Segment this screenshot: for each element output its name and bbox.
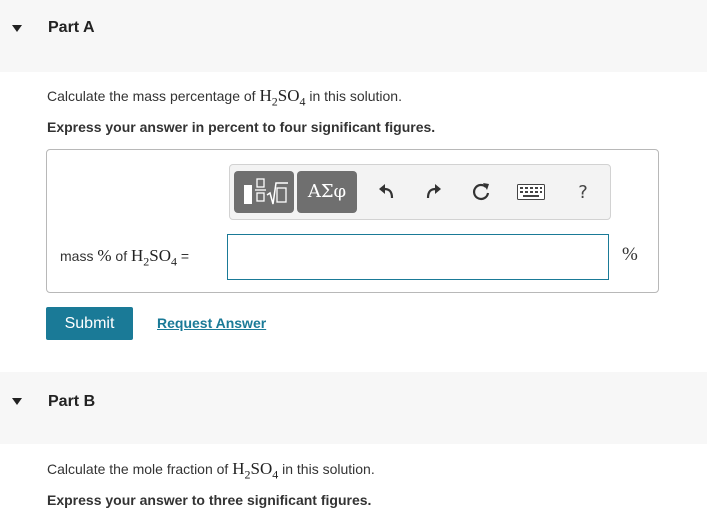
- undo-icon: [379, 184, 394, 199]
- math-toolbar: ΑΣφ ?: [229, 164, 611, 220]
- unit-label: %: [622, 244, 638, 265]
- submit-button[interactable]: Submit: [46, 307, 133, 340]
- chemical-formula: H2SO4: [232, 459, 279, 482]
- keyboard-button[interactable]: [516, 179, 546, 205]
- part-a-header[interactable]: Part A: [0, 0, 707, 72]
- question-text-suffix: in this solution.: [305, 88, 402, 104]
- part-b-header[interactable]: Part B: [0, 372, 707, 444]
- chemical-formula: H2SO4: [259, 86, 306, 109]
- part-b-title: Part B: [48, 393, 96, 410]
- request-answer-link[interactable]: Request Answer: [157, 315, 266, 331]
- collapse-caret-icon[interactable]: [12, 398, 22, 405]
- redo-button[interactable]: [420, 179, 446, 205]
- templates-button[interactable]: [234, 171, 294, 213]
- answer-box: ΑΣφ ? mass % of H2SO4 = %: [46, 149, 659, 293]
- part-b-instruction: Express your answer to three significant…: [47, 492, 372, 508]
- help-icon: ?: [578, 181, 588, 203]
- greek-symbols-button[interactable]: ΑΣφ: [297, 171, 357, 213]
- part-a-title: Part A: [48, 19, 95, 36]
- collapse-caret-icon[interactable]: [12, 25, 22, 32]
- part-b-question: Calculate the mole fraction of H2SO4 in …: [47, 459, 375, 482]
- undo-button[interactable]: [374, 179, 400, 205]
- keyboard-icon: [517, 184, 545, 200]
- question-text: Calculate the mass percentage of: [47, 88, 260, 104]
- answer-label: mass % of H2SO4 =: [60, 246, 190, 269]
- reset-icon: [473, 183, 490, 200]
- answer-input[interactable]: [227, 234, 609, 280]
- question-text: Calculate the mole fraction of: [47, 461, 233, 477]
- part-a-instruction: Express your answer in percent to four s…: [47, 119, 436, 135]
- help-button[interactable]: ?: [570, 179, 596, 205]
- redo-icon: [426, 184, 441, 199]
- reset-button[interactable]: [468, 179, 494, 205]
- part-a-question: Calculate the mass percentage of H2SO4 i…: [47, 86, 402, 109]
- templates-icon: [244, 178, 288, 205]
- question-text-suffix: in this solution.: [278, 461, 375, 477]
